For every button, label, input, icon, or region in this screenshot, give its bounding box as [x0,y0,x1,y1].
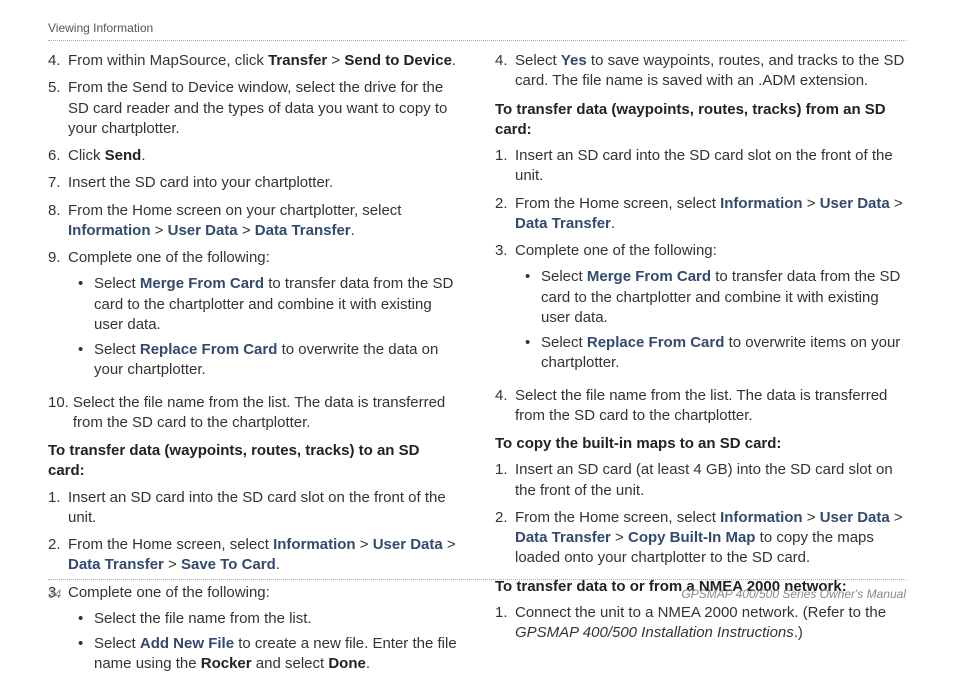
page-footer: 34 GPSMAP 400/500 Series Owner's Manual [48,579,906,602]
left-list1: 4.From within MapSource, click Transfer … [48,51,459,433]
left-title2: To transfer data (waypoints, routes, tra… [48,441,459,482]
right-list1: 1.Insert an SD card into the SD card slo… [495,146,906,426]
doc-title: GPSMAP 400/500 Series Owner's Manual [681,586,906,602]
right-title2: To copy the built-in maps to an SD card: [495,434,906,454]
right-title1: To transfer data (waypoints, routes, tra… [495,100,906,141]
left-item-4: 4.From within MapSource, click Transfer … [48,51,459,71]
right-list2: 1.Insert an SD card (at least 4 GB) into… [495,460,906,568]
left-item-9: 9.Complete one of the following: Select … [48,248,459,386]
right-list3: 1.Connect the unit to a NMEA 2000 networ… [495,603,906,644]
page-header: Viewing Information [48,20,906,41]
left-item-5: 5.From the Send to Device window, select… [48,78,459,139]
right-list0: 4.Select Yes to save waypoints, routes, … [495,51,906,92]
page-number: 34 [48,586,61,602]
left-item-6: 6.Click Send. [48,146,459,166]
left-item-8: 8.From the Home screen on your chartplot… [48,201,459,242]
left-item-7: 7.Insert the SD card into your chartplot… [48,173,459,193]
left-item-10: 10.Select the file name from the list. T… [48,393,459,434]
